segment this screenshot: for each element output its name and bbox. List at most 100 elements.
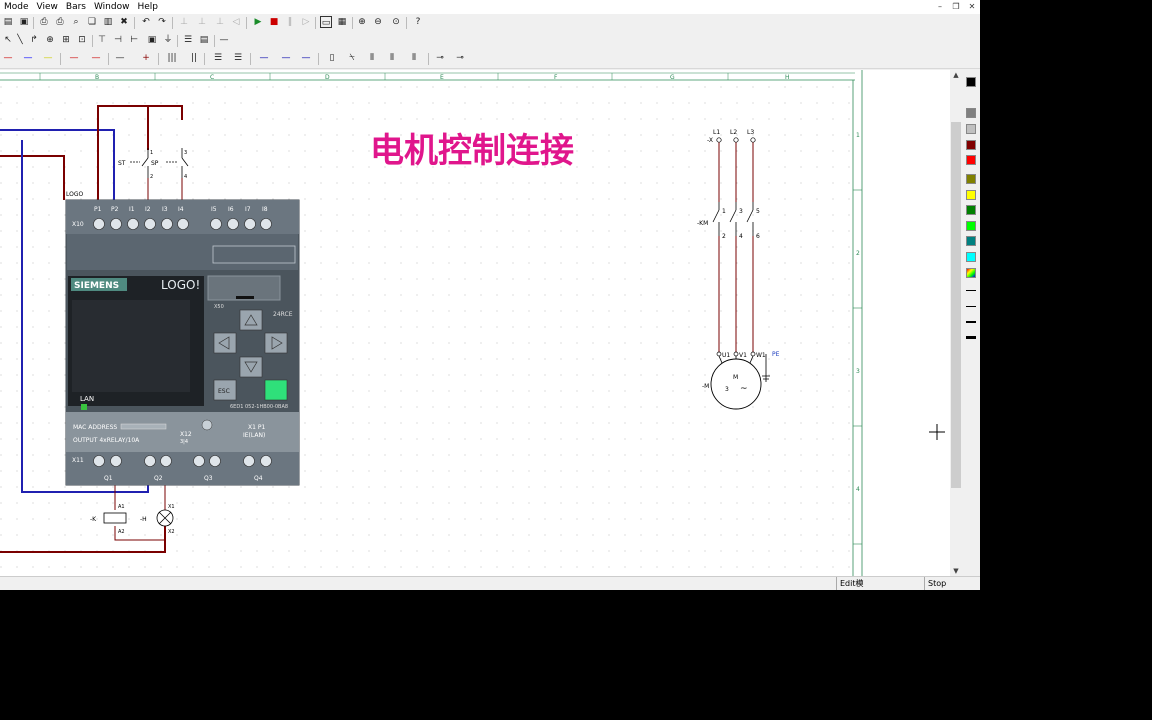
logo-plc-device[interactable]: X10 P1 P2 I1 I2 I3 I4 I5 I6 I7 I8 SIEMEN… bbox=[65, 199, 300, 486]
vline-icon[interactable]: ||| bbox=[166, 52, 178, 64]
dash-line2-icon[interactable]: — bbox=[280, 52, 292, 64]
ruler-label-g: G bbox=[670, 74, 675, 81]
multi-resistor-icon[interactable]: ⫴ bbox=[386, 52, 398, 64]
list-icon[interactable]: ☰ bbox=[182, 34, 194, 46]
vline2-icon[interactable]: || bbox=[188, 52, 200, 64]
align4-icon[interactable]: ◁ bbox=[230, 16, 242, 28]
line-yellow-icon[interactable]: — bbox=[42, 52, 54, 64]
line-width-1[interactable] bbox=[966, 290, 976, 291]
wire-icon[interactable]: — bbox=[68, 52, 80, 64]
line-tool-icon[interactable]: ╲ bbox=[14, 34, 26, 46]
zoom-fit-icon[interactable]: ⊙ bbox=[390, 16, 402, 28]
menu-view[interactable]: View bbox=[33, 0, 62, 14]
switch-terminal-2: 2 bbox=[150, 174, 153, 180]
scroll-up-icon[interactable]: ▲ bbox=[950, 70, 962, 80]
esc-key-label: ESC bbox=[218, 388, 230, 395]
pause-icon[interactable]: ‖ bbox=[284, 16, 296, 28]
align-icon[interactable]: ⊥ bbox=[178, 16, 190, 28]
coil-icon[interactable]: ⊢ bbox=[128, 34, 140, 46]
swatch-maroon[interactable] bbox=[966, 140, 976, 150]
ruler-label-d: D bbox=[325, 74, 330, 81]
cross-icon[interactable]: ⊞ bbox=[60, 34, 72, 46]
junction-icon[interactable]: ⊕ bbox=[44, 34, 56, 46]
drawing-canvas[interactable]: B C D E F G H 1 2 3 4 电机控制连接 ST SP 1 2 3… bbox=[0, 70, 950, 576]
window-icon[interactable]: ▦ bbox=[336, 16, 348, 28]
swatch-green[interactable] bbox=[966, 205, 976, 215]
swatch-multicolor[interactable] bbox=[966, 268, 976, 278]
menu-help[interactable]: Help bbox=[133, 0, 162, 14]
print-icon[interactable]: ⎙ bbox=[38, 16, 50, 28]
line-style-toolbar: — — — — — — + ||| || ☰ ☰ — — — ▯ ⍀ ⫴ ⫴ ⫴… bbox=[0, 48, 980, 69]
swatch-yellow[interactable] bbox=[966, 190, 976, 200]
zoom-out-icon[interactable]: ⊖ bbox=[372, 16, 384, 28]
resistor-icon[interactable]: ⫴ bbox=[366, 52, 378, 64]
indicator-lamp[interactable] bbox=[156, 509, 174, 527]
relay-coil[interactable] bbox=[103, 512, 127, 524]
fuse-icon[interactable]: ▯ bbox=[326, 52, 338, 64]
dash-icon[interactable]: — bbox=[218, 34, 230, 46]
minimize-button[interactable]: – bbox=[932, 0, 948, 14]
swatch-cyan[interactable] bbox=[966, 252, 976, 262]
menu-mode[interactable]: Mode bbox=[0, 0, 33, 14]
step-icon[interactable]: ▷ bbox=[300, 16, 312, 28]
line-width-3[interactable] bbox=[966, 321, 976, 323]
hlines-icon[interactable]: ☰ bbox=[212, 52, 224, 64]
terminal-icon[interactable]: ⊡ bbox=[76, 34, 88, 46]
swatch-red[interactable] bbox=[966, 155, 976, 165]
dash-line3-icon[interactable]: — bbox=[300, 52, 312, 64]
contact-icon[interactable]: ⊣ bbox=[112, 34, 124, 46]
line-width-2[interactable] bbox=[966, 306, 976, 307]
close-button[interactable]: ✕ bbox=[964, 0, 980, 14]
copy-icon[interactable]: ❏ bbox=[86, 16, 98, 28]
delete-icon[interactable]: ✖ bbox=[118, 16, 130, 28]
switch-icon[interactable]: ⍀ bbox=[346, 52, 358, 64]
color-palette bbox=[962, 70, 980, 576]
scroll-down-icon[interactable]: ▼ bbox=[950, 566, 962, 576]
help-icon[interactable]: ? bbox=[412, 16, 424, 28]
table-icon[interactable]: ▤ bbox=[198, 34, 210, 46]
redo-icon[interactable]: ↷ bbox=[156, 16, 168, 28]
swatch-lime[interactable] bbox=[966, 221, 976, 231]
bus-icon[interactable]: — bbox=[114, 52, 126, 64]
menu-bars[interactable]: Bars bbox=[62, 0, 90, 14]
branch-icon[interactable]: ↱ bbox=[28, 34, 40, 46]
align3-icon[interactable]: ⊥ bbox=[214, 16, 226, 28]
junction2-icon[interactable]: + bbox=[140, 52, 152, 64]
arrow-icon[interactable]: ↖ bbox=[2, 34, 14, 46]
align2-icon[interactable]: ⊥ bbox=[196, 16, 208, 28]
wire2-icon[interactable]: — bbox=[90, 52, 102, 64]
hlines2-icon[interactable]: ☰ bbox=[232, 52, 244, 64]
swatch-silver[interactable] bbox=[966, 124, 976, 134]
zoom-page-icon[interactable]: ⌕ bbox=[70, 16, 82, 28]
stop-icon[interactable]: ■ bbox=[268, 16, 280, 28]
swatch-gray[interactable] bbox=[966, 108, 976, 118]
menu-window[interactable]: Window bbox=[90, 0, 134, 14]
text-tool-icon[interactable]: ⊤ bbox=[96, 34, 108, 46]
connector-icon[interactable]: ⊸ bbox=[434, 52, 446, 64]
open-icon[interactable]: ▤ bbox=[2, 16, 14, 28]
line-blue-icon[interactable]: — bbox=[22, 52, 34, 64]
screen-icon[interactable]: ▭ bbox=[320, 16, 332, 28]
connector2-icon[interactable]: ⊸ bbox=[454, 52, 466, 64]
restore-button[interactable]: ❐ bbox=[948, 0, 964, 14]
swatch-black[interactable] bbox=[966, 77, 976, 87]
paste-icon[interactable]: ▥ bbox=[102, 16, 114, 28]
swatch-teal[interactable] bbox=[966, 236, 976, 246]
vertical-scrollbar[interactable]: ▲ ▼ bbox=[950, 70, 962, 576]
coil-terminal-a2: A2 bbox=[118, 529, 125, 535]
print-preview-icon[interactable]: ⎙ bbox=[54, 16, 66, 28]
line-red-icon[interactable]: — bbox=[2, 52, 14, 64]
save-icon[interactable]: ▣ bbox=[18, 16, 30, 28]
ground-icon[interactable]: ⏚ bbox=[162, 34, 174, 46]
line-width-4[interactable] bbox=[966, 336, 976, 339]
box-icon[interactable]: ▣ bbox=[146, 34, 158, 46]
multi-wire-icon[interactable]: ⫴ bbox=[408, 52, 420, 64]
scrollbar-thumb[interactable] bbox=[951, 122, 961, 488]
dash-line-icon[interactable]: — bbox=[258, 52, 270, 64]
undo-icon[interactable]: ↶ bbox=[140, 16, 152, 28]
run-icon[interactable]: ▶ bbox=[252, 16, 264, 28]
input-label-p2: P2 bbox=[111, 206, 119, 213]
motor-term-u1: U1 bbox=[722, 352, 730, 359]
swatch-olive[interactable] bbox=[966, 174, 976, 184]
zoom-in-icon[interactable]: ⊕ bbox=[356, 16, 368, 28]
